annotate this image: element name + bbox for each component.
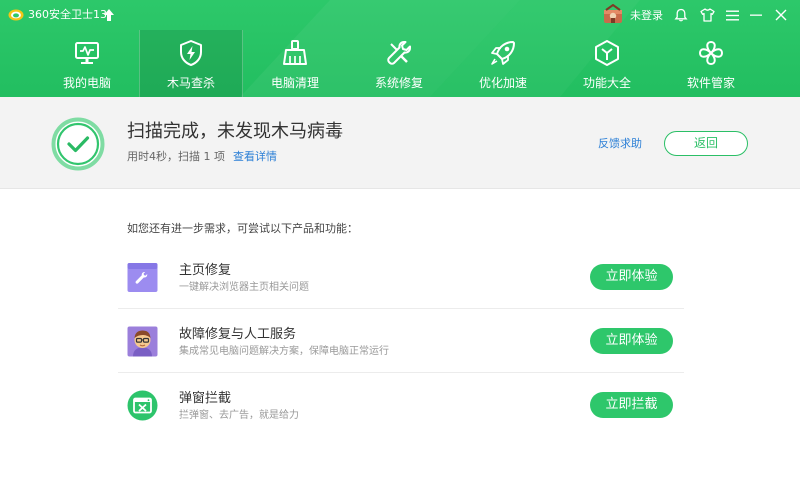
tab-label: 功能大全 [582,76,631,90]
tab-software-manager[interactable]: 软件管家 [659,30,763,97]
item-description: 一键解决浏览器主页相关问题 [179,282,309,293]
title-bar: 360安全卫士13 未登录 [0,0,800,30]
wrench-icon [387,41,411,65]
rocket-icon [491,41,515,65]
tab-trojan-scan[interactable]: 木马查杀 [139,30,243,97]
scan-result-title: 扫描完成，未发现木马病毒 [127,121,343,142]
tab-label: 优化加速 [478,76,527,90]
tab-cleanup[interactable]: 电脑清理 [243,30,347,97]
support-person-icon [127,326,158,357]
suggestions-intro: 如您还有进一步需求，可尝试以下产品和功能： [127,222,358,235]
close-button[interactable] [771,5,791,25]
homepage-repair-icon [127,263,158,292]
tab-system-repair[interactable]: 系统修复 [347,30,451,97]
popup-block-icon [127,390,158,421]
bell-icon [674,8,688,22]
menu-button[interactable] [722,5,742,25]
clover-icon [698,40,724,66]
minimize-icon [750,14,762,16]
login-status[interactable]: 未登录 [630,8,663,24]
shield-bolt-icon [180,40,202,66]
tab-all-features[interactable]: 功能大全 [555,30,659,97]
monitor-icon [75,42,99,64]
try-now-button[interactable]: 立即体验 [590,264,673,290]
app-logo-icon [8,9,24,21]
try-now-button[interactable]: 立即体验 [590,328,673,354]
minimize-button[interactable] [746,5,766,25]
list-item: 故障修复与人工服务 集成常见电脑问题解决方案，保障电脑正常运行 立即体验 [118,309,684,373]
item-description: 拦弹窗、去广告，就是给力 [179,410,299,421]
success-check-icon [51,117,105,171]
app-header: 360安全卫士13 未登录 我的电脑 木马查杀 电脑清理 系统修复 优化加速 功… [0,0,800,97]
list-item: 弹窗拦截 拦弹窗、去广告，就是给力 立即拦截 [118,373,684,437]
tab-label: 系统修复 [374,76,423,90]
main-tabs: 我的电脑 木马查杀 电脑清理 系统修复 优化加速 功能大全 软件管家 [35,30,763,97]
item-title: 弹窗拦截 [179,391,232,406]
item-title: 主页修复 [179,263,232,278]
upgrade-arrow-icon[interactable] [104,9,114,21]
item-description: 集成常见电脑问题解决方案，保障电脑正常运行 [179,346,389,357]
back-button[interactable]: 返回 [664,131,748,156]
close-icon [775,9,787,21]
broom-icon [283,40,307,65]
view-details-link[interactable]: 查看详情 [233,150,277,163]
feedback-link[interactable]: 反馈求助 [598,136,642,152]
tab-label: 我的电脑 [62,76,111,90]
menu-icon [725,10,739,20]
tab-label: 电脑清理 [270,76,319,90]
skin-button[interactable] [697,5,717,25]
notification-button[interactable] [671,5,691,25]
scan-time-count: 用时4秒，扫描 1 项 [127,150,225,163]
scan-summary: 用时4秒，扫描 1 项查看详情 [127,149,277,165]
tab-speedup[interactable]: 优化加速 [451,30,555,97]
list-item: 主页修复 一键解决浏览器主页相关问题 立即体验 [118,245,684,309]
tab-label: 木马查杀 [166,76,215,90]
item-title: 故障修复与人工服务 [179,327,297,342]
app-title: 360安全卫士13 [28,8,107,21]
cube-icon [595,40,619,66]
tab-label: 软件管家 [686,76,735,90]
tab-my-computer[interactable]: 我的电脑 [35,30,139,97]
scan-result-panel: 扫描完成，未发现木马病毒 用时4秒，扫描 1 项查看详情 反馈求助 返回 [0,97,800,189]
shirt-icon [699,8,715,22]
block-now-button[interactable]: 立即拦截 [590,392,673,418]
user-avatar[interactable] [602,4,624,24]
suggestion-list: 主页修复 一键解决浏览器主页相关问题 立即体验 故障修复与人工服务 集成常见电脑… [118,245,684,437]
